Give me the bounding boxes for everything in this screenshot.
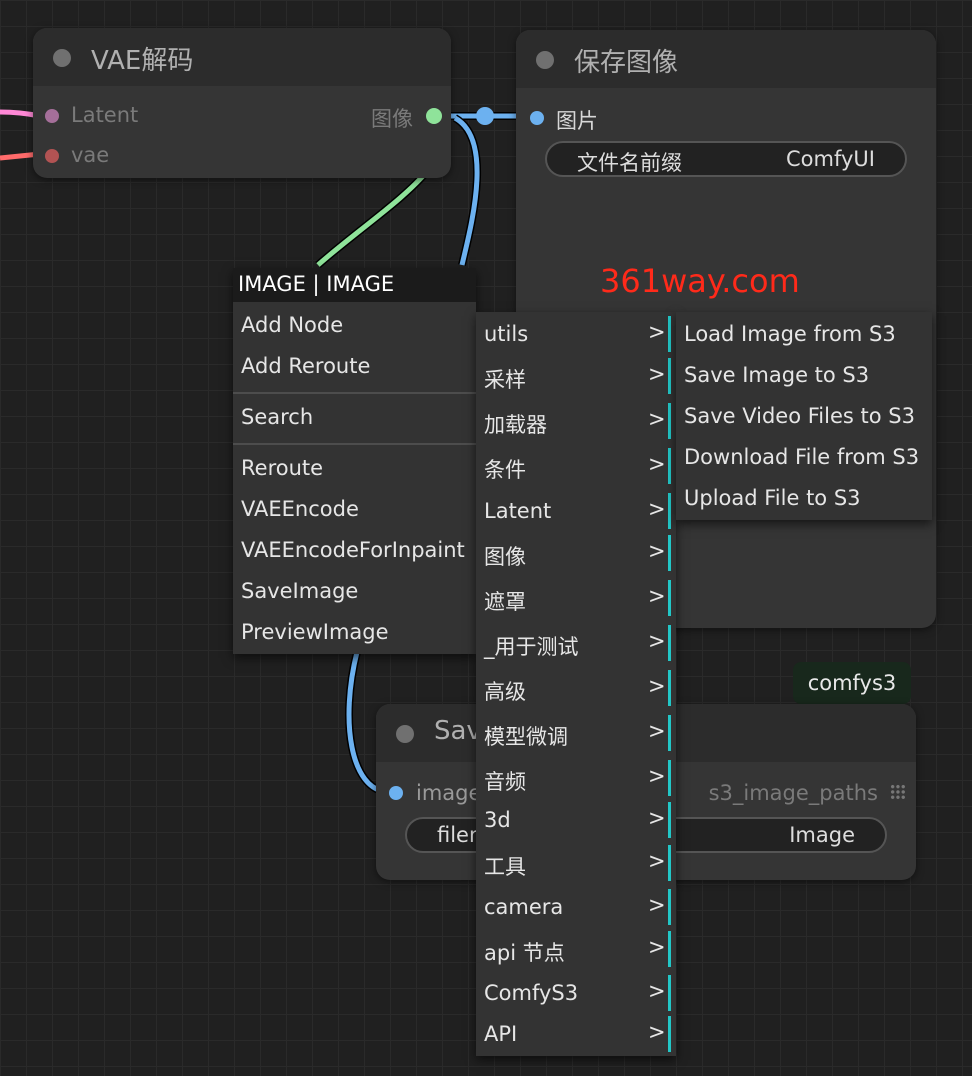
category-item-3d[interactable]: 3d > [476, 802, 671, 838]
collapse-dot[interactable] [396, 725, 414, 743]
submenu-indicator [668, 802, 671, 838]
widget-label: 文件名前缀 [577, 151, 682, 175]
utils-submenu: Load Image from S3 Save Image to S3 Save… [676, 312, 932, 520]
chevron-right-icon: > [648, 362, 666, 386]
submenu-indicator [668, 535, 671, 571]
vae-decode-node[interactable]: VAE解码 Latent vae 图像 [33, 28, 451, 178]
node-title: VAE解码 [91, 46, 194, 76]
image-input-label: 图片 [556, 109, 598, 133]
category-item-mask[interactable]: 遮罩 > [476, 580, 671, 616]
menu-item-add-reroute[interactable]: Add Reroute [241, 354, 370, 378]
submenu-indicator [668, 316, 671, 352]
chevron-right-icon: > [648, 893, 666, 917]
collapse-dot[interactable] [53, 49, 71, 67]
node-title: Sav [434, 716, 482, 746]
submenu-indicator [668, 931, 671, 967]
grid-output-icon[interactable] [890, 784, 906, 800]
chevron-right-icon: > [648, 629, 666, 653]
category-item-audio[interactable]: 音频 > [476, 760, 671, 796]
s3-paths-output-label: s3_image_paths [708, 781, 878, 805]
category-submenu: utils > 采样 > 加载器 > 条件 > Latent > 图像 > 遮罩 > _用于测… [476, 312, 676, 1056]
menu-item-previewimage[interactable]: PreviewImage [241, 620, 389, 644]
menu-item-search[interactable]: Search [241, 405, 313, 429]
latent-input-dot[interactable] [45, 109, 59, 123]
image-input-dot[interactable] [389, 786, 403, 800]
image-output-dot[interactable] [426, 108, 442, 124]
category-item-utils[interactable]: utils > [476, 316, 671, 352]
widget-value: ComfyUI [786, 147, 875, 171]
submenu-indicator [668, 580, 671, 616]
menu-separator [233, 392, 476, 394]
chevron-right-icon: > [648, 497, 666, 521]
context-menu-header: IMAGE | IMAGE [233, 268, 476, 302]
menu-item-reroute[interactable]: Reroute [241, 456, 323, 480]
category-item-api-nodes[interactable]: api 节点 > [476, 931, 671, 967]
menu-item-add-node[interactable]: Add Node [241, 313, 343, 337]
chevron-right-icon: > [648, 849, 666, 873]
submenu-indicator [668, 715, 671, 751]
menu-item-save-video-files-to-s3[interactable]: Save Video Files to S3 [684, 404, 915, 428]
category-item-image[interactable]: 图像 > [476, 535, 671, 571]
submenu-indicator [668, 448, 671, 484]
category-item-sampling[interactable]: 采样 > [476, 358, 671, 394]
submenu-indicator [668, 493, 671, 529]
submenu-indicator [668, 625, 671, 661]
chevron-right-icon: > [648, 764, 666, 788]
menu-item-load-image-from-s3[interactable]: Load Image from S3 [684, 322, 896, 346]
wire-reroute-dot[interactable] [476, 107, 494, 125]
category-item-api[interactable]: API > [476, 1016, 671, 1052]
chevron-right-icon: > [648, 584, 666, 608]
collapse-dot[interactable] [536, 51, 554, 69]
chevron-right-icon: > [648, 979, 666, 1003]
chevron-right-icon: > [648, 719, 666, 743]
context-menu: IMAGE | IMAGE Add Node Add Reroute Searc… [233, 268, 476, 654]
vae-input-dot[interactable] [45, 149, 59, 163]
category-item-for-testing[interactable]: _用于测试 > [476, 625, 671, 661]
chevron-right-icon: > [648, 806, 666, 830]
node-title-bar[interactable]: 保存图像 [516, 30, 936, 88]
watermark: 361way.com [600, 262, 800, 300]
chevron-right-icon: > [648, 407, 666, 431]
image-input-dot[interactable] [530, 111, 544, 125]
menu-item-saveimage[interactable]: SaveImage [241, 579, 358, 603]
node-title: 保存图像 [574, 48, 679, 78]
menu-item-save-image-to-s3[interactable]: Save Image to S3 [684, 363, 869, 387]
image-input-label: image [416, 781, 482, 805]
chevron-right-icon: > [648, 539, 666, 563]
category-item-loaders[interactable]: 加载器 > [476, 403, 671, 439]
category-item-latent[interactable]: Latent > [476, 493, 671, 529]
node-title-bar[interactable]: VAE解码 [33, 28, 451, 86]
widget-value: Image [789, 823, 855, 847]
chevron-right-icon: > [648, 674, 666, 698]
context-menu-title: IMAGE | IMAGE [238, 272, 395, 296]
menu-item-upload-file-to-s3[interactable]: Upload File to S3 [684, 486, 861, 510]
menu-item-vaeencode[interactable]: VAEEncode [241, 497, 359, 521]
submenu-indicator [668, 670, 671, 706]
image-output-label: 图像 [371, 107, 413, 131]
vae-input-label: vae [71, 143, 110, 167]
chevron-right-icon: > [648, 1020, 666, 1044]
node-badge: comfys3 [793, 662, 911, 704]
chevron-right-icon: > [648, 935, 666, 959]
category-item-conditioning[interactable]: 条件 > [476, 448, 671, 484]
filename-prefix-widget[interactable]: 文件名前缀 ComfyUI [545, 141, 907, 177]
submenu-indicator [668, 403, 671, 439]
latent-input-label: Latent [71, 103, 139, 127]
menu-separator [233, 443, 476, 445]
chevron-right-icon: > [648, 452, 666, 476]
menu-item-vaeencodeforinpaint[interactable]: VAEEncodeForInpaint [241, 538, 465, 562]
category-item-model-finetune[interactable]: 模型微调 > [476, 715, 671, 751]
submenu-indicator [668, 1016, 671, 1052]
menu-item-download-file-from-s3[interactable]: Download File from S3 [684, 445, 919, 469]
submenu-indicator [668, 358, 671, 394]
submenu-indicator [668, 975, 671, 1011]
submenu-indicator [668, 889, 671, 925]
chevron-right-icon: > [648, 320, 666, 344]
category-item-advanced[interactable]: 高级 > [476, 670, 671, 706]
category-item-tools[interactable]: 工具 > [476, 845, 671, 881]
submenu-indicator [668, 845, 671, 881]
submenu-indicator [668, 760, 671, 796]
category-item-camera[interactable]: camera > [476, 889, 671, 925]
category-item-comfys3[interactable]: ComfyS3 > [476, 975, 671, 1011]
